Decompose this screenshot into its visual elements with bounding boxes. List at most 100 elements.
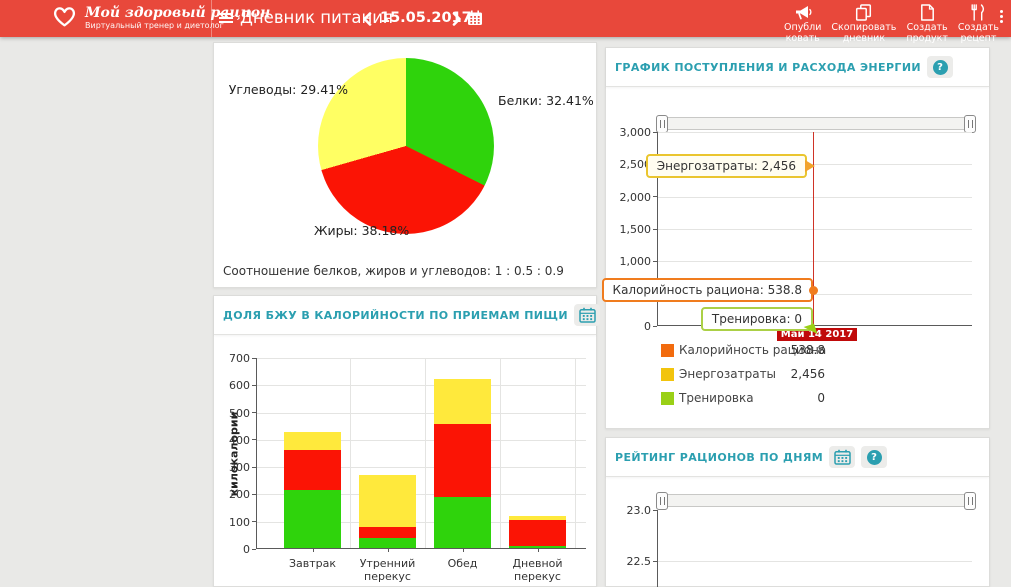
- rating-range-slider[interactable]: [656, 494, 976, 507]
- energy-legend: Калорийность рациона538.8Энергозатраты2,…: [661, 341, 825, 413]
- rating-card-header: РЕЙТИНГ РАЦИОНОВ ПО ДНЯМ ?: [606, 438, 989, 477]
- help-button[interactable]: ?: [861, 446, 887, 468]
- header-action-create-recipe[interactable]: Создатьрецепт: [953, 2, 1004, 45]
- help-icon: ?: [933, 60, 948, 75]
- bar-segment-proteins[interactable]: [284, 490, 341, 549]
- rating-card-title: РЕЙТИНГ РАЦИОНОВ ПО ДНЯМ: [615, 451, 823, 464]
- gridline: [657, 132, 972, 133]
- gridline: [256, 385, 586, 386]
- ytick-label: 0: [611, 320, 651, 333]
- copy-icon: [855, 4, 872, 21]
- food-diary-page: Мой здоровый рацион Виртуальный тренер и…: [0, 0, 1011, 587]
- slider-handle-right[interactable]: [964, 115, 976, 133]
- bar-segment-carbs[interactable]: [509, 516, 566, 520]
- bju-bar-chart[interactable]: килокалории 0100200300400500600700Завтра…: [256, 358, 586, 549]
- x-axis: [256, 548, 586, 549]
- energy-chart[interactable]: 05001,0001,5002,0002,5003,000Май 14 2017…: [657, 132, 972, 326]
- logo[interactable]: Мой здоровый рацион Виртуальный тренер и…: [51, 3, 270, 32]
- bju-ratio-caption: Соотношение белков, жиров и углеводов: 1…: [223, 264, 564, 278]
- gridline: [657, 561, 972, 562]
- legend-swatch: [661, 344, 674, 357]
- legend-row: Калорийность рациона538.8: [661, 341, 825, 365]
- bar-segment-fats[interactable]: [434, 424, 491, 497]
- axis-tick: [313, 549, 314, 552]
- header-actions: Опубликовать Скопироватьдневник Создатьпро…: [779, 2, 1004, 45]
- ytick-label: 100: [210, 516, 250, 529]
- gridline: [350, 358, 351, 549]
- header-action-label: Создатьпродукт: [906, 22, 948, 44]
- ytick-label: 0: [210, 543, 250, 556]
- ytick-label: 600: [210, 379, 250, 392]
- header-action-label: Опубликовать: [784, 22, 821, 44]
- y-axis: [256, 358, 257, 549]
- gridline: [657, 229, 972, 230]
- rating-chart[interactable]: 23.022.5: [657, 510, 972, 587]
- header-action-create-product[interactable]: Создатьпродукт: [901, 2, 953, 45]
- pie-label-proteins: Белки: 32.41%: [498, 93, 594, 108]
- legend-row: Тренировка0: [661, 389, 825, 413]
- bar-segment-fats[interactable]: [359, 527, 416, 538]
- ytick-label: 1,000: [611, 255, 651, 268]
- gridline: [500, 358, 501, 549]
- energy-card-header: ГРАФИК ПОСТУПЛЕНИЯ И РАСХОДА ЭНЕРГИИ ?: [606, 48, 989, 87]
- hamburger-menu-icon[interactable]: [219, 13, 233, 25]
- tooltip-orange: Калорийность рациона: 538.8: [602, 278, 813, 302]
- gridline: [657, 197, 972, 198]
- help-button[interactable]: ?: [927, 56, 953, 78]
- ytick-label: 400: [210, 434, 250, 447]
- xtick-label: Обед: [425, 557, 500, 570]
- bar-segment-proteins[interactable]: [434, 497, 491, 549]
- slider-handle-left[interactable]: [656, 115, 668, 133]
- tooltip-yellow: Энергозатраты: 2,456: [646, 154, 807, 178]
- bar-segment-fats[interactable]: [509, 520, 566, 546]
- bar-segment-carbs[interactable]: [359, 475, 416, 527]
- legend-row: Энергозатраты2,456: [661, 365, 825, 389]
- bar-segment-carbs[interactable]: [434, 379, 491, 424]
- axis-tick: [388, 549, 389, 552]
- kebab-menu-icon[interactable]: [998, 10, 1004, 25]
- top-header: Мой здоровый рацион Виртуальный тренер и…: [0, 0, 1011, 37]
- megaphone-icon: [794, 4, 812, 21]
- slider-grip-icon: [660, 497, 665, 505]
- legend-swatch: [661, 392, 674, 405]
- ytick-label: 200: [210, 488, 250, 501]
- bju-by-meal-card: ДОЛЯ БЖУ В КАЛОРИЙНОСТИ ПО ПРИЕМАМ ПИЩИ …: [213, 295, 597, 587]
- tooltip-green: Тренировка: 0: [701, 307, 813, 331]
- energy-card: ГРАФИК ПОСТУПЛЕНИЯ И РАСХОДА ЭНЕРГИИ ? 0…: [605, 47, 990, 429]
- calendar-icon[interactable]: [467, 10, 483, 30]
- next-day-button[interactable]: [452, 11, 462, 30]
- xtick-label: Завтрак: [275, 557, 350, 570]
- calendar-button[interactable]: [574, 304, 600, 326]
- gridline: [575, 358, 576, 549]
- pie-label-carbs: Углеводы: 29.41%: [222, 82, 348, 97]
- bar-segment-carbs[interactable]: [284, 432, 341, 450]
- ytick-label: 22.5: [611, 555, 651, 568]
- header-divider: [211, 0, 212, 37]
- header-action-label: Создатьрецепт: [958, 22, 999, 44]
- ytick-label: 23.0: [611, 504, 651, 517]
- slider-handle-left[interactable]: [656, 492, 668, 510]
- slider-handle-right[interactable]: [964, 492, 976, 510]
- slider-grip-icon: [968, 120, 973, 128]
- rating-card: РЕЙТИНГ РАЦИОНОВ ПО ДНЯМ ? 23.022.5: [605, 437, 990, 587]
- header-action-label: Скопироватьдневник: [831, 22, 896, 44]
- energy-range-slider[interactable]: [656, 117, 976, 130]
- header-action-publish[interactable]: Опубликовать: [779, 2, 826, 45]
- legend-label: Тренировка: [679, 391, 754, 405]
- utensils-icon: [970, 4, 986, 21]
- prev-day-button[interactable]: [362, 11, 372, 30]
- slider-grip-icon: [660, 120, 665, 128]
- gridline: [425, 358, 426, 549]
- gridline: [256, 358, 586, 359]
- bar-segment-fats[interactable]: [284, 450, 341, 490]
- axis-tick: [463, 549, 464, 552]
- ytick-label: 1,500: [611, 223, 651, 236]
- y-axis: [657, 510, 658, 587]
- bju-card-title: ДОЛЯ БЖУ В КАЛОРИЙНОСТИ ПО ПРИЕМАМ ПИЩИ: [223, 309, 568, 322]
- calendar-button[interactable]: [829, 446, 855, 468]
- header-action-copy-diary[interactable]: Скопироватьдневник: [826, 2, 901, 45]
- heart-logo-icon: [51, 3, 78, 32]
- bju-pie-card: Белки: 32.41% Углеводы: 29.41% Жиры: 38.…: [213, 42, 597, 288]
- ytick-label: 500: [210, 407, 250, 420]
- bju-card-header: ДОЛЯ БЖУ В КАЛОРИЙНОСТИ ПО ПРИЕМАМ ПИЩИ …: [214, 296, 596, 335]
